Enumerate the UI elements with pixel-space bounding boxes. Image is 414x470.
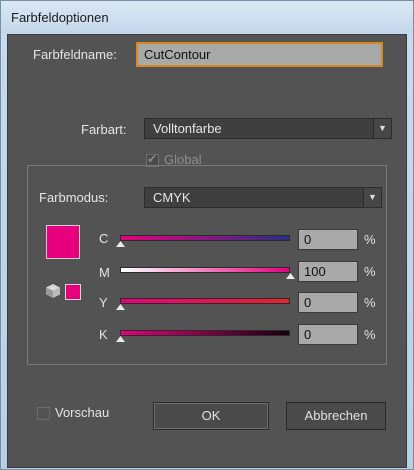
color-type-value: Volltonfarbe — [153, 121, 222, 136]
color-mode-label: Farbmodus: — [35, 190, 113, 205]
preview-label: Vorschau — [55, 405, 110, 420]
out-of-gamut-cube-icon[interactable] — [45, 283, 61, 299]
yellow-label: Y — [99, 295, 108, 310]
yellow-value-input[interactable]: 0 — [298, 292, 358, 313]
magenta-slider[interactable] — [120, 267, 290, 273]
black-value-input[interactable]: 0 — [298, 324, 358, 345]
magenta-slider-thumb[interactable] — [286, 273, 295, 279]
swatch-name-input[interactable]: CutContour — [136, 42, 383, 67]
swatch-name-label: Farbfeldname: — [33, 47, 117, 62]
color-mode-dropdown[interactable]: CMYK ▼ — [144, 187, 382, 208]
yellow-unit: % — [364, 295, 376, 310]
magenta-value-input[interactable]: 100 — [298, 261, 358, 282]
black-unit: % — [364, 327, 376, 342]
black-slider-thumb[interactable] — [116, 336, 125, 342]
chevron-down-icon: ▼ — [363, 188, 381, 207]
black-label: K — [99, 327, 108, 342]
cyan-slider[interactable] — [120, 235, 290, 241]
cyan-label: C — [99, 231, 109, 246]
cyan-slider-thumb[interactable] — [116, 241, 125, 247]
color-type-label: Farbart: — [81, 122, 127, 137]
black-slider[interactable] — [120, 330, 290, 336]
yellow-slider-thumb[interactable] — [116, 304, 125, 310]
web-safe-swatch[interactable] — [65, 284, 81, 300]
color-mode-value: CMYK — [153, 190, 191, 205]
cancel-button[interactable]: Abbrechen — [286, 402, 386, 430]
color-preview-swatch — [46, 225, 80, 259]
preview-checkbox[interactable] — [37, 407, 50, 420]
yellow-slider[interactable] — [120, 298, 290, 304]
cyan-value-input[interactable]: 0 — [298, 229, 358, 250]
ok-button[interactable]: OK — [153, 402, 269, 430]
magenta-label: M — [99, 265, 110, 280]
magenta-unit: % — [364, 264, 376, 279]
dialog-title: Farbfeldoptionen — [11, 10, 109, 25]
title-bar[interactable]: Farbfeldoptionen — [1, 1, 413, 33]
color-type-dropdown[interactable]: Volltonfarbe ▼ — [144, 118, 392, 139]
chevron-down-icon: ▼ — [373, 119, 391, 138]
cyan-unit: % — [364, 232, 376, 247]
dialog-window: Farbfeldoptionen Farbfeldname: CutContou… — [0, 0, 414, 470]
